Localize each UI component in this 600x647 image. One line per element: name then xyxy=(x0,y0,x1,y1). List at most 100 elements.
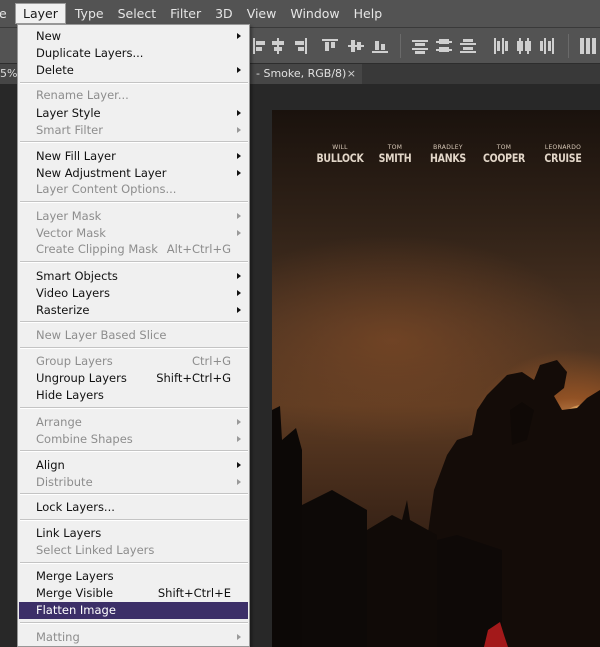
menu-item-merge-layers[interactable]: Merge Layers xyxy=(19,568,248,585)
submenu-arrow-icon xyxy=(237,273,241,279)
menu-item-label: Lock Layers... xyxy=(36,500,115,514)
menu-item-select-linked-layers[interactable]: Select Linked Layers xyxy=(19,542,248,559)
menu-item-label: Vector Mask xyxy=(36,226,106,240)
menu-help[interactable]: Help xyxy=(347,3,390,25)
menu-item-layer-content-options[interactable]: Layer Content Options... xyxy=(19,181,248,198)
distribute-left-edges-icon[interactable] xyxy=(492,38,508,54)
menu-type[interactable]: Type xyxy=(68,3,111,25)
distribute-top-edges-icon[interactable] xyxy=(412,38,428,54)
menu-item-label: Smart Filter xyxy=(36,123,103,137)
menu-item-delete[interactable]: Delete xyxy=(19,62,248,79)
submenu-arrow-icon xyxy=(237,67,241,73)
submenu-arrow-icon xyxy=(237,436,241,442)
distribute-bottom-edges-icon[interactable] xyxy=(460,38,476,54)
menu-item-video-layers[interactable]: Video Layers xyxy=(19,285,248,302)
menu-edit[interactable]: e xyxy=(0,3,13,25)
submenu-arrow-icon xyxy=(237,33,241,39)
menu-item-label: Arrange xyxy=(36,415,82,429)
menu-item-layer-mask[interactable]: Layer Mask xyxy=(19,208,248,225)
menu-item-rename-layer[interactable]: Rename Layer... xyxy=(19,87,248,104)
menu-item-ungroup-layers[interactable]: Ungroup Layers Shift+Ctrl+G xyxy=(19,370,248,387)
menu-item-merge-visible[interactable]: Merge Visible Shift+Ctrl+E xyxy=(19,585,248,602)
menu-item-label: Matting xyxy=(36,630,80,644)
align-right-edges-icon[interactable] xyxy=(292,38,308,54)
menu-divider xyxy=(20,562,248,564)
auto-align-layers-icon[interactable] xyxy=(580,38,596,54)
document-tab-active[interactable]: - Smoke, RGB/8) × xyxy=(250,64,362,84)
submenu-arrow-icon xyxy=(237,153,241,159)
document-tab-previous[interactable]: 5% xyxy=(0,64,18,84)
menu-item-rasterize[interactable]: Rasterize xyxy=(19,302,248,319)
document-tab-title: - Smoke, RGB/8) xyxy=(256,67,347,80)
document-canvas[interactable]: WILL BULLOCK TOM SMITH BRADLEY HANKS TOM… xyxy=(272,110,600,647)
submenu-arrow-icon xyxy=(237,127,241,133)
menu-item-lock-layers[interactable]: Lock Layers... xyxy=(19,499,248,516)
menu-item-shortcut: Ctrl+G xyxy=(191,354,231,368)
menu-item-label: Duplicate Layers... xyxy=(36,46,144,60)
distribute-vertical-centers-icon[interactable] xyxy=(436,38,452,54)
menu-item-smart-filter[interactable]: Smart Filter xyxy=(19,122,248,139)
distribute-right-edges-icon[interactable] xyxy=(540,38,556,54)
menu-item-align[interactable]: Align xyxy=(19,457,248,474)
submenu-arrow-icon xyxy=(237,213,241,219)
menu-item-label: Layer Style xyxy=(36,106,101,120)
menu-item-label: Flatten Image xyxy=(36,603,116,617)
menu-item-link-layers[interactable]: Link Layers xyxy=(19,525,248,542)
submenu-arrow-icon xyxy=(237,307,241,313)
menu-window[interactable]: Window xyxy=(283,3,346,25)
menu-item-vector-mask[interactable]: Vector Mask xyxy=(19,225,248,242)
layer-menu-dropdown: New Duplicate Layers... Delete Rename La… xyxy=(17,24,250,647)
submenu-arrow-icon xyxy=(237,230,241,236)
menu-item-hide-layers[interactable]: Hide Layers xyxy=(19,387,248,404)
menu-3d[interactable]: 3D xyxy=(208,3,240,25)
menu-item-create-clipping-mask[interactable]: Create Clipping Mask Alt+Ctrl+G xyxy=(19,241,248,258)
menu-item-shortcut: Shift+Ctrl+E xyxy=(157,586,231,600)
align-horizontal-centers-icon[interactable] xyxy=(270,38,286,54)
menu-divider xyxy=(20,261,248,263)
menu-layer[interactable]: Layer xyxy=(15,3,66,24)
toolbar-separator xyxy=(400,34,401,58)
menu-item-new-fill-layer[interactable]: New Fill Layer xyxy=(19,148,248,165)
align-left-edges-icon[interactable] xyxy=(252,38,268,54)
menu-divider xyxy=(20,321,248,323)
submenu-arrow-icon xyxy=(237,290,241,296)
menu-item-new-layer-based-slice[interactable]: New Layer Based Slice xyxy=(19,327,248,344)
menu-item-label: Rename Layer... xyxy=(36,88,129,102)
submenu-arrow-icon xyxy=(237,419,241,425)
menu-item-label: New Adjustment Layer xyxy=(36,166,167,180)
menu-item-group-layers[interactable]: Group Layers Ctrl+G xyxy=(19,353,248,370)
menu-item-label: Rasterize xyxy=(36,303,90,317)
menu-item-smart-objects[interactable]: Smart Objects xyxy=(19,268,248,285)
menu-item-label: Create Clipping Mask xyxy=(36,242,158,256)
menu-item-duplicate-layers[interactable]: Duplicate Layers... xyxy=(19,45,248,62)
menu-item-matting[interactable]: Matting xyxy=(19,629,248,646)
menu-item-layer-style[interactable]: Layer Style xyxy=(19,105,248,122)
menu-item-label: Group Layers xyxy=(36,354,113,368)
menu-item-label: Ungroup Layers xyxy=(36,371,127,385)
menu-item-label: Link Layers xyxy=(36,526,102,540)
menu-item-label: Align xyxy=(36,458,65,472)
menu-divider xyxy=(20,347,248,349)
align-vertical-centers-icon[interactable] xyxy=(348,38,364,54)
menu-item-shortcut: Shift+Ctrl+G xyxy=(156,371,231,385)
menu-item-label: Combine Shapes xyxy=(36,432,133,446)
menu-select[interactable]: Select xyxy=(111,3,164,25)
menu-item-new-adjustment-layer[interactable]: New Adjustment Layer xyxy=(19,165,248,182)
menu-filter[interactable]: Filter xyxy=(163,3,208,25)
align-top-edges-icon[interactable] xyxy=(322,38,338,54)
poster-silhouette-art xyxy=(272,360,600,647)
menu-item-flatten-image[interactable]: Flatten Image xyxy=(19,602,248,619)
menu-item-label: Delete xyxy=(36,63,74,77)
close-icon[interactable]: × xyxy=(347,64,356,84)
submenu-arrow-icon xyxy=(237,110,241,116)
menu-item-label: Merge Layers xyxy=(36,569,114,583)
menu-item-combine-shapes[interactable]: Combine Shapes xyxy=(19,431,248,448)
menu-item-new[interactable]: New xyxy=(19,28,248,45)
menu-item-label: Distribute xyxy=(36,475,93,489)
menu-item-distribute[interactable]: Distribute xyxy=(19,474,248,491)
align-bottom-edges-icon[interactable] xyxy=(372,38,388,54)
menu-divider xyxy=(20,82,248,84)
distribute-horizontal-centers-icon[interactable] xyxy=(516,38,532,54)
menu-view[interactable]: View xyxy=(240,3,284,25)
menu-item-arrange[interactable]: Arrange xyxy=(19,414,248,431)
